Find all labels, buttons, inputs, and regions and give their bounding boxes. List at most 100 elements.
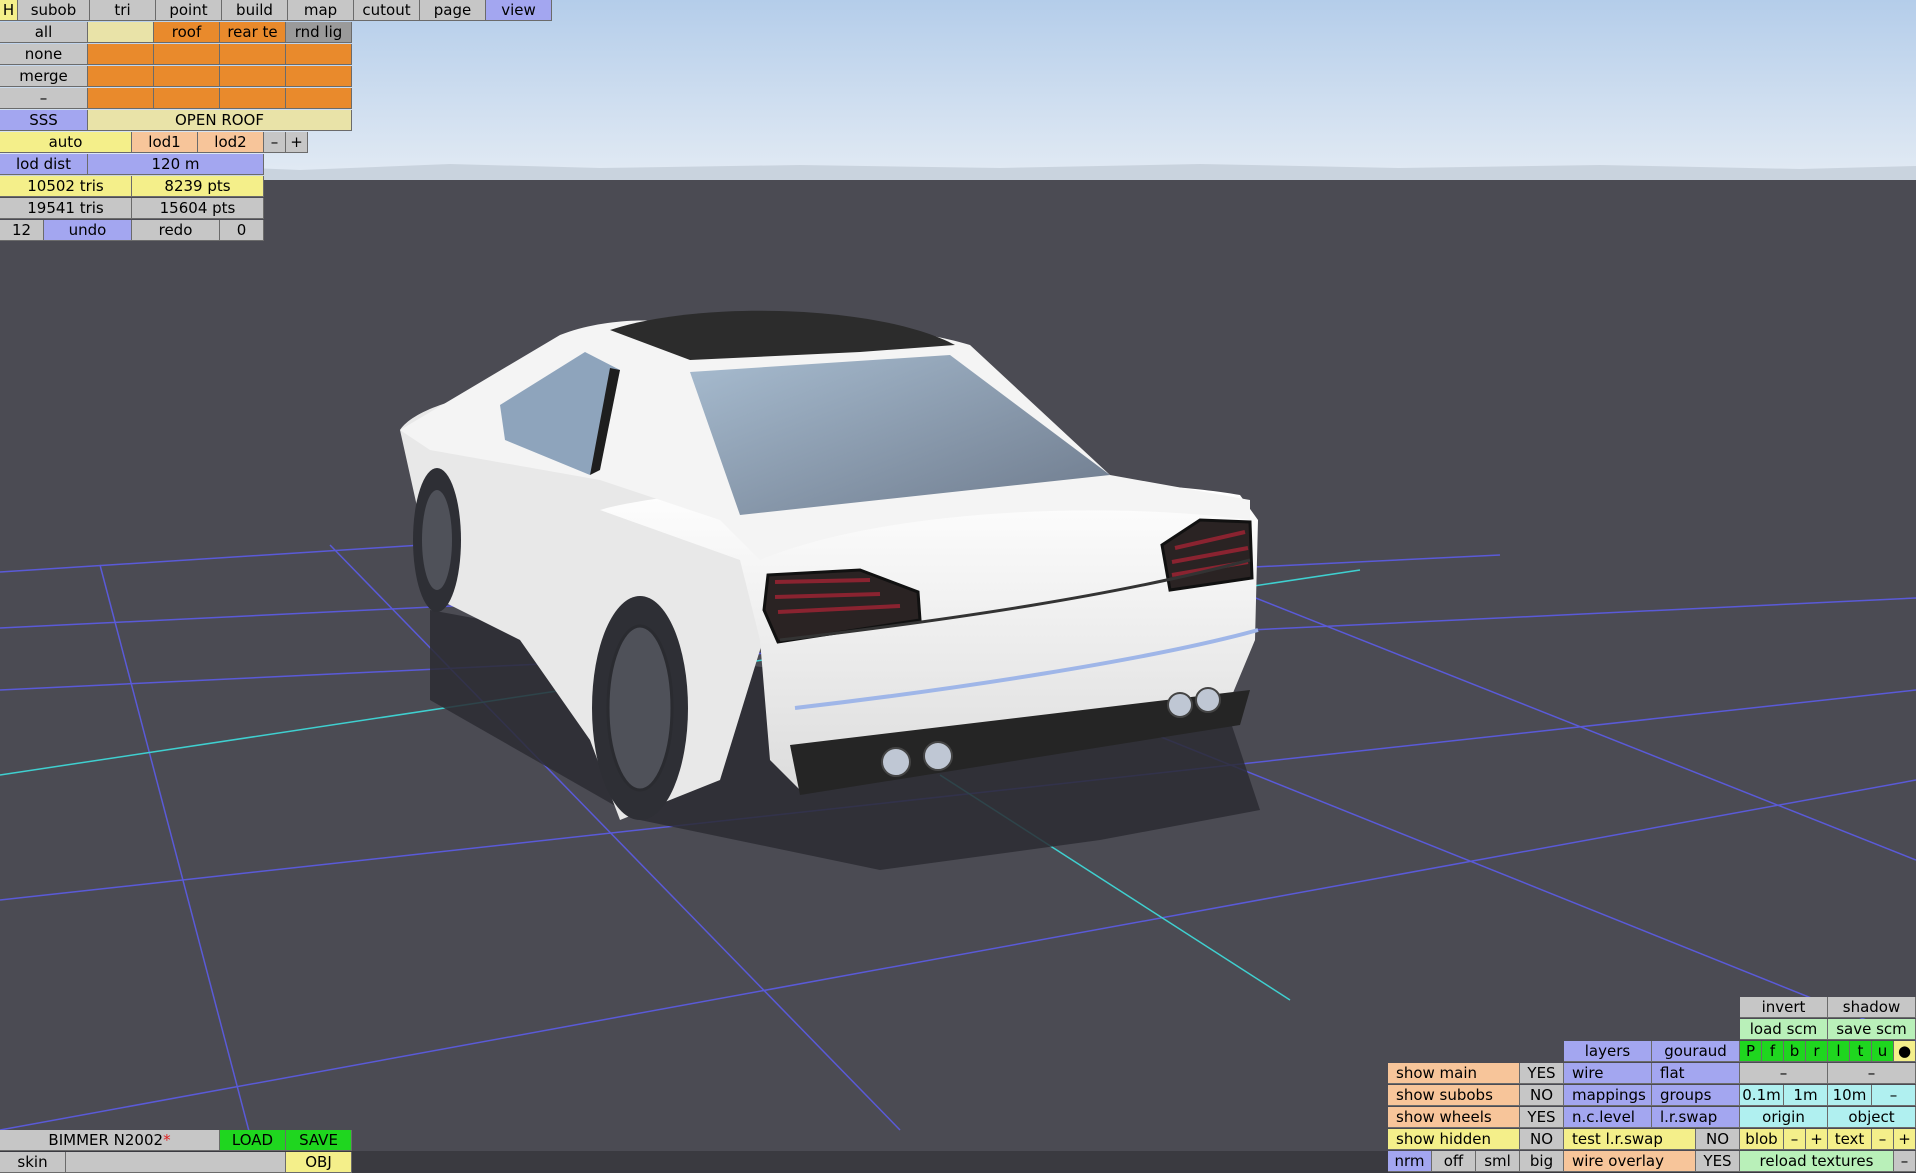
- view-under-button[interactable]: u: [1872, 1041, 1894, 1062]
- undo-count: 12: [0, 220, 44, 241]
- shadow-button[interactable]: shadow: [1828, 997, 1916, 1018]
- reload-textures-minus[interactable]: –: [1894, 1151, 1916, 1172]
- open-roof-button[interactable]: OPEN ROOF: [88, 110, 352, 131]
- invert-button[interactable]: invert: [1740, 997, 1828, 1018]
- group-slot-c4[interactable]: [286, 88, 352, 109]
- reload-textures-button[interactable]: reload textures: [1740, 1151, 1894, 1172]
- mappings-button[interactable]: mappings: [1564, 1085, 1652, 1106]
- normals-small-button[interactable]: sml: [1476, 1151, 1520, 1172]
- tab-subob[interactable]: subob: [18, 0, 90, 21]
- model-name-text: BIMMER N2002: [48, 1131, 164, 1149]
- step-1m-button[interactable]: 1m: [1784, 1085, 1828, 1106]
- show-wheels-toggle[interactable]: YES: [1520, 1107, 1564, 1128]
- layers-button[interactable]: layers: [1564, 1041, 1652, 1062]
- lod2-button[interactable]: lod2: [198, 132, 264, 153]
- blob-minus-button[interactable]: –: [1784, 1129, 1806, 1150]
- origin-button[interactable]: origin: [1740, 1107, 1828, 1128]
- group-slot-a4[interactable]: [286, 44, 352, 65]
- object-button[interactable]: object: [1828, 1107, 1916, 1128]
- tab-view[interactable]: view: [486, 0, 552, 21]
- save-scm-button[interactable]: save scm: [1828, 1019, 1916, 1040]
- groups-button[interactable]: groups: [1652, 1085, 1740, 1106]
- show-hidden-label: show hidden: [1388, 1129, 1520, 1150]
- group-slot-b4[interactable]: [286, 66, 352, 87]
- step-01m-button[interactable]: 0.1m: [1740, 1085, 1784, 1106]
- group-rnd[interactable]: rnd lig: [286, 22, 352, 43]
- blob-button[interactable]: blob: [1740, 1129, 1784, 1150]
- rear-left-rim: [606, 624, 674, 792]
- lod1-button[interactable]: lod1: [132, 132, 198, 153]
- undo-button[interactable]: undo: [44, 220, 132, 241]
- model-name[interactable]: BIMMER N2002*: [0, 1130, 220, 1151]
- gouraud-button[interactable]: gouraud: [1652, 1041, 1740, 1062]
- group-slot-c2[interactable]: [154, 88, 220, 109]
- text-minus-button[interactable]: –: [1872, 1129, 1894, 1150]
- dash-left[interactable]: –: [1740, 1063, 1828, 1084]
- sss-button[interactable]: SSS: [0, 110, 88, 131]
- group-slot-c1[interactable]: [88, 88, 154, 109]
- lod-plus-button[interactable]: +: [286, 132, 308, 153]
- tab-map[interactable]: map: [288, 0, 354, 21]
- text-button[interactable]: text: [1828, 1129, 1872, 1150]
- test-lr-swap-toggle[interactable]: NO: [1696, 1129, 1740, 1150]
- group-slot-b2[interactable]: [154, 66, 220, 87]
- group-roof[interactable]: roof: [154, 22, 220, 43]
- normals-off-button[interactable]: off: [1432, 1151, 1476, 1172]
- obj-button[interactable]: OBJ: [286, 1152, 352, 1173]
- skin-label: skin: [0, 1152, 66, 1173]
- show-hidden-toggle[interactable]: NO: [1520, 1129, 1564, 1150]
- view-p-button[interactable]: P: [1740, 1041, 1762, 1062]
- view-left-button[interactable]: l: [1828, 1041, 1850, 1062]
- lr-swap-button[interactable]: l.r.swap: [1652, 1107, 1740, 1128]
- redo-count: 0: [220, 220, 264, 241]
- tab-tri[interactable]: tri: [90, 0, 156, 21]
- group-slot-blank[interactable]: [88, 22, 154, 43]
- group-rear[interactable]: rear te: [220, 22, 286, 43]
- text-plus-button[interactable]: +: [1894, 1129, 1916, 1150]
- dash-button[interactable]: –: [0, 88, 88, 109]
- step-10m-button[interactable]: 10m: [1828, 1085, 1872, 1106]
- group-slot-c3[interactable]: [220, 88, 286, 109]
- group-slot-b3[interactable]: [220, 66, 286, 87]
- group-slot-b1[interactable]: [88, 66, 154, 87]
- view-right-button[interactable]: r: [1806, 1041, 1828, 1062]
- lod-dist-label: lod dist: [0, 154, 88, 175]
- wire-button[interactable]: wire: [1564, 1063, 1652, 1084]
- merge-button[interactable]: merge: [0, 66, 88, 87]
- tab-build[interactable]: build: [222, 0, 288, 21]
- flat-button[interactable]: flat: [1652, 1063, 1740, 1084]
- view-top-button[interactable]: t: [1850, 1041, 1872, 1062]
- group-slot-a1[interactable]: [88, 44, 154, 65]
- 3d-viewport[interactable]: [0, 0, 1916, 1173]
- nc-level-button[interactable]: n.c.level: [1564, 1107, 1652, 1128]
- lod-dist-value[interactable]: 120 m: [88, 154, 264, 175]
- lod-minus-button[interactable]: –: [264, 132, 286, 153]
- show-main-toggle[interactable]: YES: [1520, 1063, 1564, 1084]
- skin-selector[interactable]: [66, 1152, 286, 1173]
- load-button[interactable]: LOAD: [220, 1130, 286, 1151]
- save-button[interactable]: SAVE: [286, 1130, 352, 1151]
- tab-cutout[interactable]: cutout: [354, 0, 420, 21]
- show-subobs-label: show subobs: [1388, 1085, 1520, 1106]
- select-all-button[interactable]: all: [0, 22, 88, 43]
- normals-nrm-button[interactable]: nrm: [1388, 1151, 1432, 1172]
- view-front-button[interactable]: f: [1762, 1041, 1784, 1062]
- tab-point[interactable]: point: [156, 0, 222, 21]
- load-scm-button[interactable]: load scm: [1740, 1019, 1828, 1040]
- dash-right[interactable]: –: [1828, 1063, 1916, 1084]
- normals-big-button[interactable]: big: [1520, 1151, 1564, 1172]
- redo-button[interactable]: redo: [132, 220, 220, 241]
- tab-page[interactable]: page: [420, 0, 486, 21]
- menu-h-button[interactable]: H: [0, 0, 18, 21]
- select-none-button[interactable]: none: [0, 44, 88, 65]
- lod-auto-button[interactable]: auto: [0, 132, 132, 153]
- view-dot-button[interactable]: ●: [1894, 1041, 1916, 1062]
- show-subobs-toggle[interactable]: NO: [1520, 1085, 1564, 1106]
- group-slot-a3[interactable]: [220, 44, 286, 65]
- show-main-label: show main: [1388, 1063, 1520, 1084]
- group-slot-a2[interactable]: [154, 44, 220, 65]
- step-minus-button[interactable]: –: [1872, 1085, 1916, 1106]
- blob-plus-button[interactable]: +: [1806, 1129, 1828, 1150]
- view-back-button[interactable]: b: [1784, 1041, 1806, 1062]
- wire-overlay-toggle[interactable]: YES: [1696, 1151, 1740, 1172]
